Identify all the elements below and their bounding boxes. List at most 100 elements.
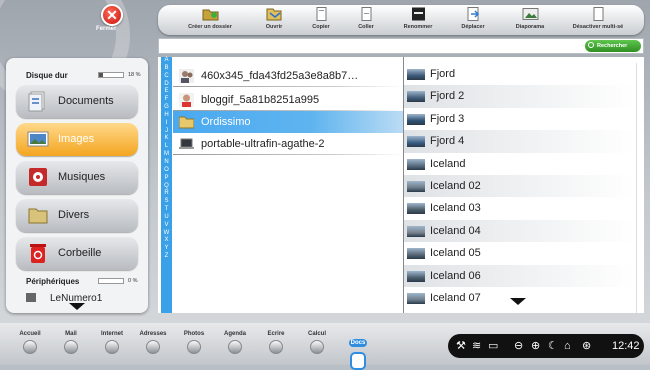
alphabet-letter[interactable]: V	[161, 222, 172, 230]
taskbar-label: Accueil	[19, 331, 41, 337]
sidebar-scroll-down-icon[interactable]	[69, 303, 85, 310]
alphabet-letter[interactable]: Z	[161, 253, 172, 261]
list-item[interactable]: Iceland 03	[404, 197, 634, 219]
alphabet-letter[interactable]: B	[161, 65, 172, 73]
list-item[interactable]: portable-ultrafin-agathe-2	[173, 133, 404, 155]
alphabet-letter[interactable]: P	[161, 175, 172, 183]
trash-icon[interactable]: ⌂	[564, 339, 571, 353]
taskbar-app-calendar[interactable]: Agenda	[215, 331, 255, 354]
image-thumbnail	[407, 293, 425, 304]
category-images[interactable]: Images	[16, 123, 138, 156]
item-label: portable-ultrafin-agathe-2	[201, 138, 325, 150]
list-item[interactable]: Fjord 4	[404, 130, 634, 153]
taskbar-app-mail[interactable]: Mail	[51, 331, 91, 354]
alphabet-letter[interactable]: H	[161, 112, 172, 120]
taskbar-app-calculator[interactable]: Calcul	[297, 331, 337, 354]
category-misc[interactable]: Divers	[16, 199, 138, 232]
image-thumbnail	[407, 248, 425, 260]
device-item[interactable]: LeNumero1	[26, 293, 136, 303]
alphabet-letter[interactable]: D	[161, 81, 172, 89]
alphabet-letter[interactable]: U	[161, 214, 172, 222]
list-item-selected[interactable]: Ordissimo	[173, 111, 404, 133]
category-trash[interactable]: Corbeille	[16, 237, 138, 270]
alphabet-letter[interactable]: R	[161, 190, 172, 198]
taskbar-app-internet[interactable]: Internet	[92, 331, 132, 354]
alphabet-letter[interactable]: X	[161, 237, 172, 245]
rename-icon	[411, 7, 425, 21]
item-label: Iceland	[430, 157, 466, 170]
alphabet-letter[interactable]: C	[161, 73, 172, 81]
list-scroll-down-icon[interactable]	[510, 298, 526, 305]
search-button[interactable]: Rechercher	[585, 40, 641, 52]
battery-icon[interactable]: ▭	[488, 339, 498, 353]
minus-icon[interactable]: ⊖	[514, 339, 523, 353]
alphabet-letter[interactable]: J	[161, 128, 172, 136]
list-item[interactable]: Fjord 2	[404, 85, 634, 108]
divider	[173, 86, 404, 87]
alphabet-letter[interactable]: Q	[161, 183, 172, 191]
taskbar-app-photos[interactable]: Photos	[174, 331, 214, 354]
toolbar: Créer un dossier Ouvrir Copier Coller Re…	[158, 5, 644, 35]
category-label: Divers	[58, 209, 90, 221]
search-icon	[588, 42, 594, 48]
alphabet-letter[interactable]: I	[161, 120, 172, 128]
toolbar-new-folder-button[interactable]: Créer un dossier	[180, 7, 240, 30]
laptop-icon	[179, 138, 194, 149]
disk-label: Disque dur	[26, 71, 68, 80]
alphabet-letter[interactable]: S	[161, 198, 172, 206]
toolbar-move-button[interactable]: Déplacer	[443, 7, 503, 30]
list-item[interactable]: Fjord 3	[404, 108, 634, 130]
toolbar-paste-button[interactable]: Coller	[336, 7, 396, 30]
alphabet-letter[interactable]: A	[161, 57, 172, 65]
taskbar-app-docs[interactable]: Docs	[338, 331, 378, 370]
list-item[interactable]: bloggif_5a81b8251a995	[173, 89, 404, 111]
search-input[interactable]	[161, 40, 581, 52]
alphabet-letter[interactable]: T	[161, 206, 172, 214]
music-icon	[29, 168, 47, 186]
divider	[173, 154, 404, 155]
list-item[interactable]: Iceland	[404, 153, 634, 175]
wifi-icon[interactable]: ≋	[472, 339, 481, 353]
alphabet-index: ABCDEFGHIJKLMNOPQRSTUVWXYZ	[161, 57, 172, 313]
list-item[interactable]: Iceland 05	[404, 242, 634, 264]
alphabet-letter[interactable]: O	[161, 167, 172, 175]
category-music[interactable]: Musiques	[16, 161, 138, 194]
toolbar-label: Renommer	[403, 24, 433, 30]
alphabet-letter[interactable]: W	[161, 230, 172, 238]
item-label: Iceland 06	[430, 269, 481, 282]
alphabet-letter[interactable]: Y	[161, 245, 172, 253]
alphabet-letter[interactable]: L	[161, 143, 172, 151]
alphabet-letter[interactable]: M	[161, 151, 172, 159]
trash-icon	[30, 244, 46, 263]
category-documents[interactable]: Documents	[16, 85, 138, 118]
tools-icon[interactable]: ⚒	[456, 339, 466, 353]
scrollbar[interactable]	[636, 63, 644, 313]
alphabet-letter[interactable]: N	[161, 159, 172, 167]
alphabet-letter[interactable]: K	[161, 135, 172, 143]
alphabet-letter[interactable]: F	[161, 96, 172, 104]
contacts-icon	[146, 340, 160, 354]
close-button[interactable]: ✕	[101, 4, 123, 26]
new-folder-icon	[202, 9, 218, 21]
alphabet-letter[interactable]: G	[161, 104, 172, 112]
list-item[interactable]: Fjord	[404, 63, 634, 85]
toolbar-slideshow-button[interactable]: Diaporama	[500, 7, 560, 30]
moon-icon[interactable]: ☾	[548, 339, 558, 353]
list-item[interactable]: Iceland 04	[404, 219, 634, 243]
toolbar-label: Diaporama	[515, 24, 545, 30]
help-icon[interactable]: ⊛	[582, 339, 591, 353]
taskbar-app-home[interactable]: Accueil	[10, 331, 50, 354]
taskbar-app-contacts[interactable]: Adresses	[133, 331, 173, 354]
category-label: Musiques	[58, 171, 106, 183]
list-item[interactable]: Iceland 02	[404, 175, 634, 198]
toolbar-multi-select-button[interactable]: Désactiver multi-sé	[568, 7, 628, 30]
add-icon[interactable]: ⊕	[531, 339, 540, 353]
item-label: Fjord 2	[430, 90, 465, 103]
toolbar-rename-button[interactable]: Renommer	[388, 7, 448, 30]
alphabet-letter[interactable]: E	[161, 88, 172, 96]
image-list: Fjord Fjord 2 Fjord 3 Fjord 4 Iceland Iceland…	[404, 63, 634, 313]
list-item[interactable]: Iceland 06	[404, 264, 634, 287]
list-item[interactable]: 460x345_fda43fd25a3e8a8b7…	[173, 65, 404, 87]
image-thumbnail	[407, 270, 425, 282]
taskbar-app-write[interactable]: Ecrire	[256, 331, 296, 354]
